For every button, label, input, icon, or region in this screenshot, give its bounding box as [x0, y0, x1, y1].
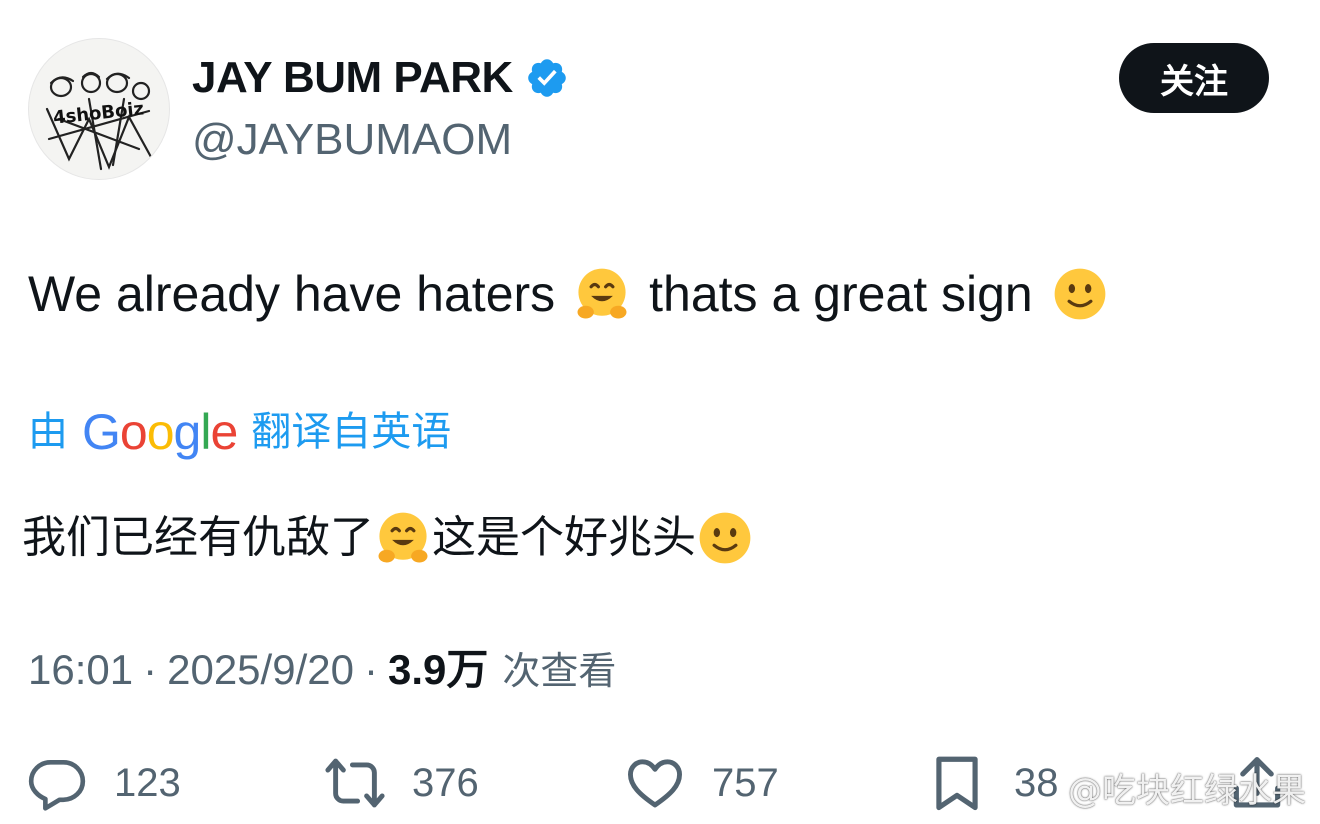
repost-button[interactable]: 376 — [324, 748, 479, 818]
repost-count: 376 — [412, 760, 479, 805]
tweet-time[interactable]: 16:01 — [28, 642, 133, 698]
slightly-smiling-face-emoji-icon — [696, 509, 754, 567]
translated-text: 我们已经有仇敌了 这是个好兆头 — [22, 506, 754, 570]
repost-icon — [325, 758, 385, 808]
hugging-face-emoji-icon — [573, 265, 631, 323]
bookmark-count: 38 — [1014, 760, 1059, 805]
display-name[interactable]: JAY BUM PARK — [192, 52, 513, 104]
reply-button[interactable]: 123 — [26, 748, 181, 818]
tweet-date[interactable]: 2025/9/20 — [167, 642, 354, 698]
translated-text-part1: 我们已经有仇敌了 — [22, 512, 374, 563]
tweet-meta: 16:01 · 2025/9/20 · 3.9万 次查看 — [28, 642, 616, 699]
heart-icon — [628, 759, 682, 808]
avatar-sketch-image: 4shoBoiz — [45, 71, 153, 171]
author-name-row: JAY BUM PARK — [192, 52, 569, 104]
reply-icon — [28, 760, 86, 811]
translation-suffix: 翻译自英语 — [251, 409, 452, 455]
tweet-text-part2: thats a great sign — [649, 266, 1033, 322]
bookmark-button[interactable]: 38 — [926, 748, 1059, 818]
meta-separator: · — [143, 646, 158, 693]
google-logo: Google — [82, 404, 238, 460]
translation-credit[interactable]: 由 Google 翻译自英语 — [28, 402, 451, 462]
view-label: 次查看 — [502, 649, 617, 693]
avatar[interactable]: 4shoBoiz — [28, 38, 170, 180]
like-count: 757 — [712, 760, 779, 805]
meta-separator: · — [363, 646, 378, 693]
bookmark-icon — [936, 756, 978, 811]
slightly-smiling-face-emoji-icon — [1051, 265, 1109, 323]
translated-text-part2: 这是个好兆头 — [432, 512, 696, 563]
tweet-text-part1: We already have haters — [28, 266, 556, 322]
view-count[interactable]: 3.9万 — [388, 642, 488, 698]
hugging-face-emoji-icon — [374, 509, 432, 567]
translation-prefix: 由 — [28, 409, 68, 455]
follow-button[interactable]: 关注 — [1119, 43, 1269, 113]
author-handle[interactable]: @JAYBUMAOM — [192, 114, 512, 166]
like-button[interactable]: 757 — [624, 748, 779, 818]
tweet-text: We already have haters thats a great sig… — [28, 262, 1109, 326]
reply-count: 123 — [114, 760, 181, 805]
verified-badge-icon — [528, 59, 566, 97]
watermark: @吃块红绿水果 — [1068, 771, 1306, 811]
